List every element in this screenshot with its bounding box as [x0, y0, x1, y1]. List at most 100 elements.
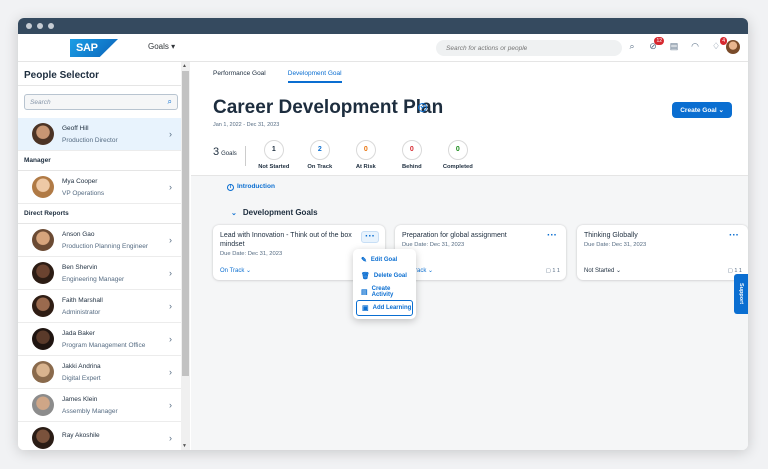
create-goal-button[interactable]: Create Goal ⌄	[672, 102, 732, 118]
stat-label: At Risk	[355, 164, 376, 170]
scroll-down-icon[interactable]: ▼	[182, 443, 187, 449]
stat-at-risk[interactable]: 0 At Risk	[346, 140, 386, 170]
window-minimize-dot[interactable]	[37, 23, 43, 29]
window-titlebar	[18, 18, 748, 34]
development-goals-section[interactable]: ⌄ Development Goals	[231, 208, 318, 217]
chevron-right-icon: ›	[169, 367, 172, 377]
headset-icon[interactable]: ◠	[689, 40, 701, 52]
person-role: Production Director	[62, 136, 118, 144]
chevron-right-icon: ›	[169, 235, 172, 245]
list-item[interactable]: Faith Marshall Administrator ›	[18, 290, 184, 323]
browser-window: SAP Goals ▾ ⌕ ⊘12 ▤ ◠ ♢4 People Selector…	[18, 18, 748, 450]
person-name: Geoff Hill	[62, 124, 89, 132]
list-item[interactable]: Jada Baker Program Management Office ›	[18, 323, 184, 356]
person-manager[interactable]: Mya Cooper VP Operations ›	[18, 171, 184, 204]
stat-label: Not Started	[258, 164, 290, 170]
goal-status-dropdown[interactable]: Not Started ⌄	[584, 267, 621, 274]
manager-heading: Manager	[18, 151, 184, 171]
date-range: Jan 1, 2022 - Dec 31, 2023	[213, 122, 280, 128]
avatar	[32, 361, 54, 383]
goal-card[interactable]: Preparation for global assignment Due Da…	[395, 225, 566, 280]
person-role: Engineering Manager	[62, 275, 125, 283]
info-icon: i	[227, 184, 234, 191]
more-options-button[interactable]: ···	[361, 231, 379, 243]
activity-icon: ▤	[361, 289, 368, 296]
goal-card[interactable]: Thinking Globally Due Date: Dec 31, 2023…	[577, 225, 748, 280]
person-role: Production Planning Engineer	[62, 242, 149, 250]
stat-value: 0	[401, 140, 422, 160]
menu-item-delete-goal[interactable]: 🗑 Delete Goal	[356, 268, 413, 284]
search-icon[interactable]: ⌕	[626, 40, 638, 52]
person-name: Faith Marshall	[62, 296, 103, 304]
goal-stats: 3 Goals 1 Not Started 2 On Track 0 At Risk 0…	[213, 140, 484, 170]
chevron-right-icon: ›	[169, 334, 172, 344]
list-item[interactable]: Anson Gao Production Planning Engineer ›	[18, 224, 184, 257]
menu-item-edit-goal[interactable]: ✎ Edit Goal	[356, 252, 413, 268]
support-button[interactable]: Support	[734, 274, 748, 314]
sidebar-scrollbar[interactable]: ▲ ▼	[181, 62, 190, 450]
people-search-input[interactable]: Search ⌕	[24, 94, 178, 110]
chevron-down-icon: ⌄	[231, 210, 237, 217]
goal-title: Lead with Innovation - Think out of the …	[220, 232, 352, 248]
goal-title: Preparation for global assignment	[402, 232, 507, 239]
person-name: Mya Cooper	[62, 177, 98, 185]
scroll-up-icon[interactable]: ▲	[182, 63, 187, 69]
menu-item-create-activity[interactable]: ▤ Create Activity	[356, 284, 413, 300]
person-name: Jakki Andrina	[62, 362, 101, 370]
app-menu-goals[interactable]: Goals ▾	[148, 42, 175, 51]
attachment-icon: ▢	[545, 268, 551, 274]
chevron-right-icon: ›	[169, 301, 172, 311]
tab-performance-goal[interactable]: Performance Goal	[213, 70, 266, 83]
stat-behind[interactable]: 0 Behind	[392, 140, 432, 170]
goal-title: Thinking Globally	[584, 232, 638, 239]
person-name: Ben Shervin	[62, 263, 98, 271]
page-header: Performance Goal Development Goal Career…	[191, 62, 748, 176]
window-close-dot[interactable]	[26, 23, 32, 29]
chevron-right-icon: ›	[169, 433, 172, 443]
stat-label: On Track	[307, 164, 333, 170]
bell-icon[interactable]: ♢ 4	[710, 37, 727, 52]
person-name: James Klein	[62, 395, 98, 403]
list-item[interactable]: James Klein Assembly Manager ›	[18, 389, 184, 422]
list-item[interactable]: Ben Shervin Engineering Manager ›	[18, 257, 184, 290]
goal-tabs: Performance Goal Development Goal	[213, 70, 342, 83]
list-item[interactable]: Ray Akoshile ›	[18, 422, 184, 450]
scrollbar-thumb[interactable]	[182, 71, 189, 376]
attachment-icon: ▢	[727, 268, 733, 274]
stat-not-started[interactable]: 1 Not Started	[254, 140, 294, 170]
chevron-right-icon: ›	[169, 400, 172, 410]
stat-label: Behind	[401, 164, 422, 170]
window-maximize-dot[interactable]	[48, 23, 54, 29]
chevron-right-icon: ›	[169, 268, 172, 278]
avatar	[32, 176, 54, 198]
direct-reports-heading: Direct Reports	[18, 204, 184, 224]
person-name: Ray Akoshile	[62, 432, 100, 439]
global-search-input[interactable]	[436, 40, 622, 56]
avatar	[32, 262, 54, 284]
people-selector-title: People Selector	[18, 62, 184, 86]
introduction-link[interactable]: i Introduction	[227, 183, 275, 191]
more-options-button[interactable]: ···	[544, 231, 560, 241]
sap-logo[interactable]: SAP	[70, 39, 118, 57]
avatar	[32, 123, 54, 145]
stat-on-track[interactable]: 2 On Track	[300, 140, 340, 170]
person-name: Anson Gao	[62, 230, 95, 238]
menu-item-add-learning[interactable]: ▣ Add Learning	[356, 300, 413, 316]
avatar	[32, 427, 54, 449]
person-current[interactable]: Geoff Hill Production Director ›	[18, 118, 184, 151]
user-avatar[interactable]	[726, 40, 740, 54]
notifications-icon[interactable]: ⊘ 12	[647, 37, 664, 52]
learning-icon: ▣	[362, 305, 369, 312]
tab-development-goal[interactable]: Development Goal	[287, 70, 342, 83]
person-role: Assembly Manager	[62, 407, 118, 415]
shell-bar: SAP Goals ▾ ⌕ ⊘12 ▤ ◠ ♢4	[18, 34, 748, 62]
expand-circle-icon[interactable]	[418, 103, 427, 112]
goal-status-dropdown[interactable]: On Track ⌄	[220, 267, 251, 274]
person-role: VP Operations	[62, 189, 105, 197]
notifications-badge: 12	[654, 37, 664, 45]
search-icon[interactable]: ⌕	[168, 97, 172, 107]
more-options-button[interactable]: ···	[726, 231, 742, 241]
list-item[interactable]: Jakki Andrina Digital Expert ›	[18, 356, 184, 389]
stat-completed[interactable]: 0 Completed	[438, 140, 478, 170]
chat-icon[interactable]: ▤	[668, 40, 680, 52]
